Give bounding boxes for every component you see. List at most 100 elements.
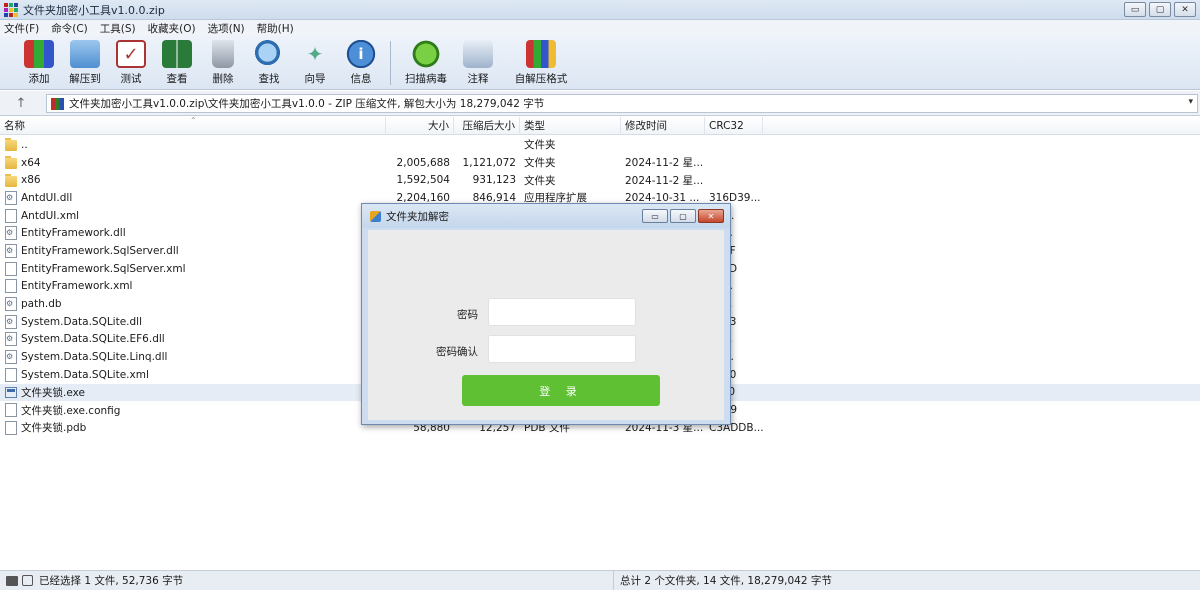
column-type[interactable]: 类型	[520, 117, 621, 135]
doc-file-icon	[5, 367, 17, 382]
file-size: 2,005,688	[396, 156, 450, 169]
file-name-cell: EntityFramework.xml	[0, 279, 386, 294]
view-label: 查看	[166, 73, 188, 85]
sfx-label: 自解压格式	[514, 73, 568, 85]
file-name-cell: 文件夹锁.exe	[0, 385, 386, 400]
title-bar: 文件夹加密小工具v1.0.0.zip ▭ ▢ ✕	[0, 0, 1200, 20]
path-text: 文件夹加密小工具v1.0.0.zip\文件夹加密小工具v1.0.0 - ZIP …	[69, 98, 545, 110]
address-bar: ↑ 文件夹加密小工具v1.0.0.zip\文件夹加密小工具v1.0.0 - ZI…	[0, 91, 1200, 116]
file-packed-size: 1,121,072	[462, 156, 516, 169]
dialog-maximize-button[interactable]: ▢	[670, 209, 696, 223]
status-bar: 已经选择 1 文件, 52,736 字节 总计 2 个文件夹, 14 文件, 1…	[0, 570, 1200, 590]
wizard-button[interactable]: ✦ 向导	[292, 36, 338, 86]
sort-ascending-icon: ⌃	[190, 117, 197, 125]
confirm-password-field[interactable]	[488, 335, 636, 363]
file-name: EntityFramework.SqlServer.xml	[21, 262, 186, 275]
extract-to-label: 解压到	[69, 73, 101, 85]
info-label: 信息	[350, 73, 372, 85]
file-name: ..	[21, 138, 28, 151]
window-close-button[interactable]: ✕	[1174, 2, 1196, 17]
file-name-cell: x86	[0, 173, 386, 187]
file-modified: 2024-11-2 星...	[625, 157, 704, 170]
file-name: x86	[21, 174, 41, 187]
extract-to-button[interactable]: 解压到	[62, 36, 108, 86]
column-size[interactable]: 大小	[386, 117, 454, 135]
comment-label: 注释	[467, 73, 489, 85]
test-button[interactable]: ✓ 测试	[108, 36, 154, 86]
dialog-minimize-button[interactable]: ▭	[642, 209, 668, 223]
window-minimize-button[interactable]: ▭	[1124, 2, 1146, 17]
folder-file-icon	[5, 156, 17, 170]
column-name-label: 名称	[4, 120, 25, 132]
file-name: System.Data.SQLite.Linq.dll	[21, 351, 168, 364]
dll-file-icon	[5, 190, 17, 205]
up-level-button[interactable]: ↑	[0, 91, 42, 116]
info-icon: i	[346, 40, 376, 68]
dll-file-icon	[5, 297, 17, 312]
delete-button[interactable]: 删除	[200, 36, 246, 86]
dialog-close-button[interactable]: ✕	[698, 209, 724, 223]
window-maximize-button[interactable]: ▢	[1149, 2, 1171, 17]
dialog-title-bar: 文件夹加解密 ▭ ▢ ✕	[362, 204, 730, 228]
column-name[interactable]: 名称 ⌃	[0, 117, 386, 135]
sfx-button[interactable]: 自解压格式	[501, 36, 581, 86]
file-name-cell: System.Data.SQLite.dll	[0, 314, 386, 329]
file-name-cell: ..	[0, 138, 386, 152]
info-button[interactable]: i 信息	[338, 36, 384, 86]
zip-archive-icon	[51, 97, 64, 110]
password-field[interactable]	[488, 298, 636, 326]
menu-help[interactable]: 帮助(H)	[257, 21, 294, 36]
file-name-cell: System.Data.SQLite.xml	[0, 367, 386, 382]
file-name-cell: x64	[0, 156, 386, 170]
test-label: 测试	[120, 73, 142, 85]
comment-button[interactable]: 注释	[455, 36, 501, 86]
dll-file-icon	[5, 243, 17, 258]
file-row[interactable]: .. 文件夹	[0, 136, 1200, 154]
file-name: 文件夹锁.exe	[21, 386, 85, 399]
dll-file-icon	[5, 226, 17, 241]
sfx-archive-icon	[526, 40, 556, 68]
file-size: 1,592,504	[396, 174, 450, 187]
find-label: 查找	[258, 73, 280, 85]
view-button[interactable]: 查看	[154, 36, 200, 86]
file-name-cell: AntdUI.xml	[0, 208, 386, 223]
column-modified[interactable]: 修改时间	[621, 117, 705, 135]
file-name-cell: System.Data.SQLite.Linq.dll	[0, 350, 386, 365]
toolbar-separator	[390, 41, 391, 85]
file-row[interactable]: x86 1,592,504 931,123 文件夹 2024-11-2 星...	[0, 171, 1200, 189]
file-type: 文件夹	[524, 139, 556, 152]
menu-options[interactable]: 选项(N)	[208, 21, 245, 36]
virus-scan-button[interactable]: 扫描病毒	[397, 36, 455, 86]
menu-tools[interactable]: 工具(S)	[100, 21, 136, 36]
path-field[interactable]: 文件夹加密小工具v1.0.0.zip\文件夹加密小工具v1.0.0 - ZIP …	[46, 94, 1198, 113]
add-button[interactable]: 添加	[16, 36, 62, 86]
dll-file-icon	[5, 314, 17, 329]
toolbar: 添加 解压到 ✓ 测试 查看 删除 查找 ✦ 向导 i 信息 扫描病毒 注释 自…	[0, 36, 1200, 90]
path-dropdown-icon[interactable]: ▾	[1188, 97, 1193, 107]
file-name: AntdUI.dll	[21, 191, 73, 204]
file-name-cell: EntityFramework.SqlServer.xml	[0, 261, 386, 276]
file-name-cell: EntityFramework.SqlServer.dll	[0, 243, 386, 258]
doc-file-icon	[5, 279, 17, 294]
dll-file-icon	[5, 350, 17, 365]
file-name: System.Data.SQLite.dll	[21, 315, 143, 328]
column-packed[interactable]: 压缩后大小	[454, 117, 520, 135]
menu-file[interactable]: 文件(F)	[4, 21, 39, 36]
file-name: x64	[21, 156, 41, 169]
menu-favorites[interactable]: 收藏夹(O)	[148, 21, 196, 36]
file-name-cell: 文件夹锁.pdb	[0, 420, 386, 435]
drive-icon	[6, 575, 18, 586]
doc-file-icon	[5, 420, 17, 435]
view-book-icon	[162, 40, 192, 68]
doc-file-icon	[5, 208, 17, 223]
virus-scan-icon	[411, 40, 441, 68]
column-crc[interactable]: CRC32	[705, 117, 763, 135]
file-row[interactable]: x64 2,005,688 1,121,072 文件夹 2024-11-2 星...	[0, 154, 1200, 172]
add-label: 添加	[28, 73, 50, 85]
find-button[interactable]: 查找	[246, 36, 292, 86]
file-name-cell: path.db	[0, 297, 386, 312]
login-button[interactable]: 登 录	[462, 375, 660, 406]
file-name: EntityFramework.xml	[21, 280, 133, 293]
menu-command[interactable]: 命令(C)	[51, 21, 88, 36]
wizard-wand-icon: ✦	[306, 42, 324, 66]
